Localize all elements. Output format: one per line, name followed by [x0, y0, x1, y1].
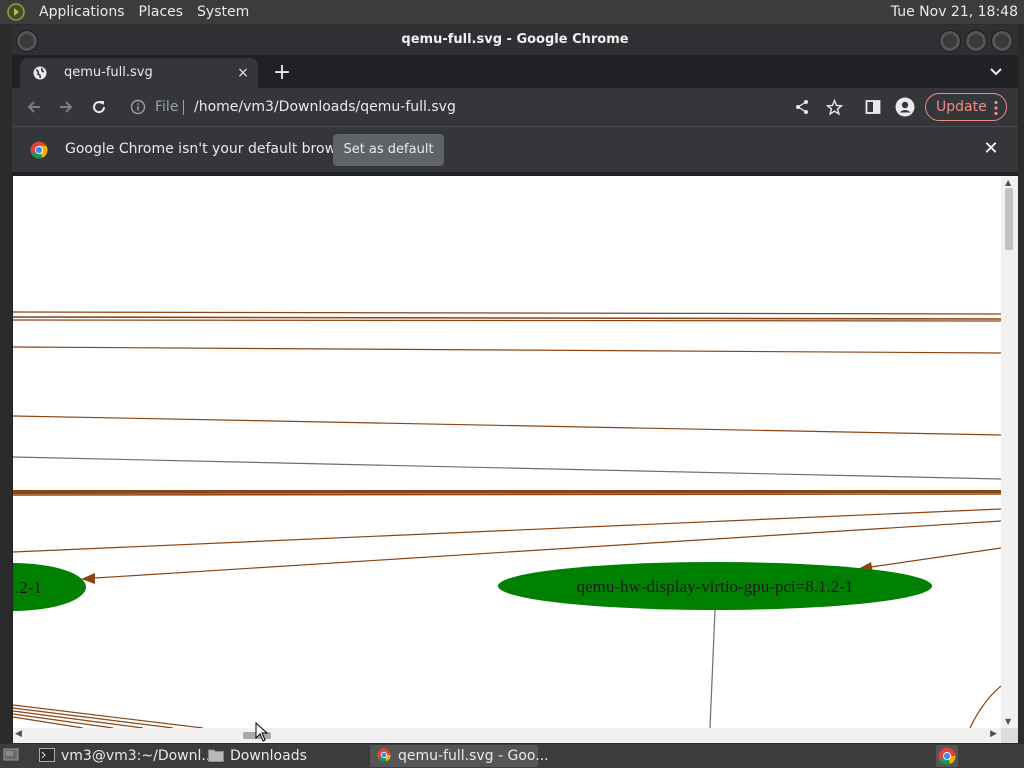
tab-search-chevron-icon[interactable]: [988, 64, 1004, 80]
bookmark-button[interactable]: [822, 95, 846, 119]
side-panel-button[interactable]: [861, 95, 885, 119]
tab-close-icon[interactable]: ×: [234, 64, 252, 82]
chrome-logo-icon: [30, 141, 48, 159]
taskbar-item-label: qemu-full.svg - Goo...: [398, 748, 549, 764]
set-as-default-button[interactable]: Set as default: [333, 134, 444, 166]
clock[interactable]: Tue Nov 21, 18:48: [891, 0, 1018, 24]
taskbar: vm3@vm3:~/Downl... Downloads qemu-full.s…: [0, 744, 1024, 768]
url-scheme-label: File: [155, 99, 179, 115]
scroll-up-arrow-icon[interactable]: ▲: [1005, 178, 1011, 187]
toolbar: File /home/vm3/Downloads/qemu-full.svg U…: [12, 88, 1018, 126]
scroll-down-arrow-icon[interactable]: ▼: [1005, 717, 1011, 726]
update-label: Update: [936, 99, 987, 115]
graph-edge: [13, 491, 1001, 494]
minimize-button[interactable]: [939, 30, 961, 52]
vertical-scroll-thumb[interactable]: [1005, 188, 1013, 250]
show-desktop-icon[interactable]: [3, 748, 19, 762]
tab-strip: qemu-full.svg × +: [12, 55, 1018, 88]
taskbar-item-label: Downloads: [230, 748, 307, 764]
side-panel-icon: [865, 100, 881, 114]
graph-edge: [13, 713, 114, 728]
horizontal-scrollbar[interactable]: ◀ ▶: [13, 728, 1001, 743]
info-icon[interactable]: [130, 99, 146, 115]
desktop-logo-icon[interactable]: [6, 2, 26, 22]
update-button[interactable]: Update: [925, 93, 1007, 121]
scroll-right-arrow-icon[interactable]: ▶: [990, 729, 997, 739]
graph-edge: [13, 704, 204, 728]
arrow-right-icon: [60, 101, 73, 113]
taskbar-item-chrome[interactable]: qemu-full.svg - Goo...: [370, 745, 549, 767]
new-tab-button[interactable]: +: [270, 61, 294, 85]
system-menu[interactable]: System: [190, 4, 256, 20]
taskbar-item-downloads[interactable]: Downloads: [202, 745, 362, 767]
reload-icon: [93, 101, 106, 114]
top-panel: Applications Places System Tue Nov 21, 1…: [0, 0, 1024, 24]
graph-edge: [13, 311, 1001, 315]
applications-menu[interactable]: Applications: [32, 4, 132, 20]
globe-icon: [33, 66, 47, 80]
mouse-cursor-icon: [255, 722, 269, 742]
vertical-scrollbar[interactable]: ▲ ▼: [1001, 176, 1018, 728]
infobar-message: Google Chrome isn't your default browser: [65, 141, 358, 157]
graph-edge: [13, 316, 1001, 320]
graph-edge: [13, 319, 1001, 322]
share-icon: [796, 100, 808, 114]
graph-node-virtio-gpu-pci-label: qemu-hw-display-virtio-gpu-pci=8.1.2-1: [577, 577, 854, 596]
window-title: qemu-full.svg - Google Chrome: [401, 32, 629, 47]
scroll-left-arrow-icon[interactable]: ◀: [15, 729, 22, 739]
graph-edge: [13, 346, 1001, 354]
graph-node-left-label: .2-1: [15, 578, 42, 597]
arrow-left-icon: [27, 101, 40, 113]
tab-qemu-full[interactable]: qemu-full.svg ×: [20, 58, 258, 88]
graph-edge: [13, 415, 1001, 436]
address-bar[interactable]: File /home/vm3/Downloads/qemu-full.svg: [124, 91, 814, 123]
star-icon: [825, 98, 843, 116]
back-button[interactable]: [22, 95, 46, 119]
url-text[interactable]: /home/vm3/Downloads/qemu-full.svg: [194, 91, 456, 123]
graph-edge: [969, 685, 1001, 728]
dependency-graph: .2-1 qemu-hw-display-virtio-gpu-pci=8.1.…: [13, 311, 1001, 728]
reload-button[interactable]: [87, 95, 111, 119]
taskbar-item-terminal[interactable]: vm3@vm3:~/Downl...: [33, 745, 215, 767]
chrome-window: qemu-full.svg - Google Chrome qemu-full.…: [12, 25, 1018, 743]
scrollbar-corner: [1001, 728, 1018, 743]
taskbar-item-label: vm3@vm3:~/Downl...: [61, 748, 215, 764]
avatar-icon: [895, 97, 915, 117]
graph-edge: [709, 609, 716, 728]
maximize-button[interactable]: [965, 30, 987, 52]
graph-edge: [870, 547, 1001, 568]
chrome-logo-icon: [377, 748, 391, 762]
share-button[interactable]: [790, 95, 814, 119]
forward-button[interactable]: [54, 95, 78, 119]
graph-edge: [13, 456, 1001, 480]
folder-icon: [208, 749, 224, 762]
page-viewport[interactable]: .2-1 qemu-hw-display-virtio-gpu-pci=8.1.…: [13, 176, 1001, 728]
places-menu[interactable]: Places: [132, 4, 191, 20]
chrome-logo-icon: [938, 747, 956, 765]
kebab-menu-icon[interactable]: [994, 100, 998, 116]
url-separator: [183, 100, 184, 115]
terminal-icon: [39, 748, 55, 762]
default-browser-infobar: Google Chrome isn't your default browser…: [12, 126, 1018, 172]
workspace-switcher-chrome[interactable]: [936, 745, 958, 767]
tab-label: qemu-full.svg: [64, 65, 153, 80]
infobar-close-icon[interactable]: ✕: [981, 139, 1001, 159]
window-titlebar[interactable]: qemu-full.svg - Google Chrome: [12, 25, 1018, 55]
graph-edge: [13, 493, 1001, 496]
close-window-button[interactable]: [991, 30, 1013, 52]
profile-button[interactable]: [893, 95, 917, 119]
